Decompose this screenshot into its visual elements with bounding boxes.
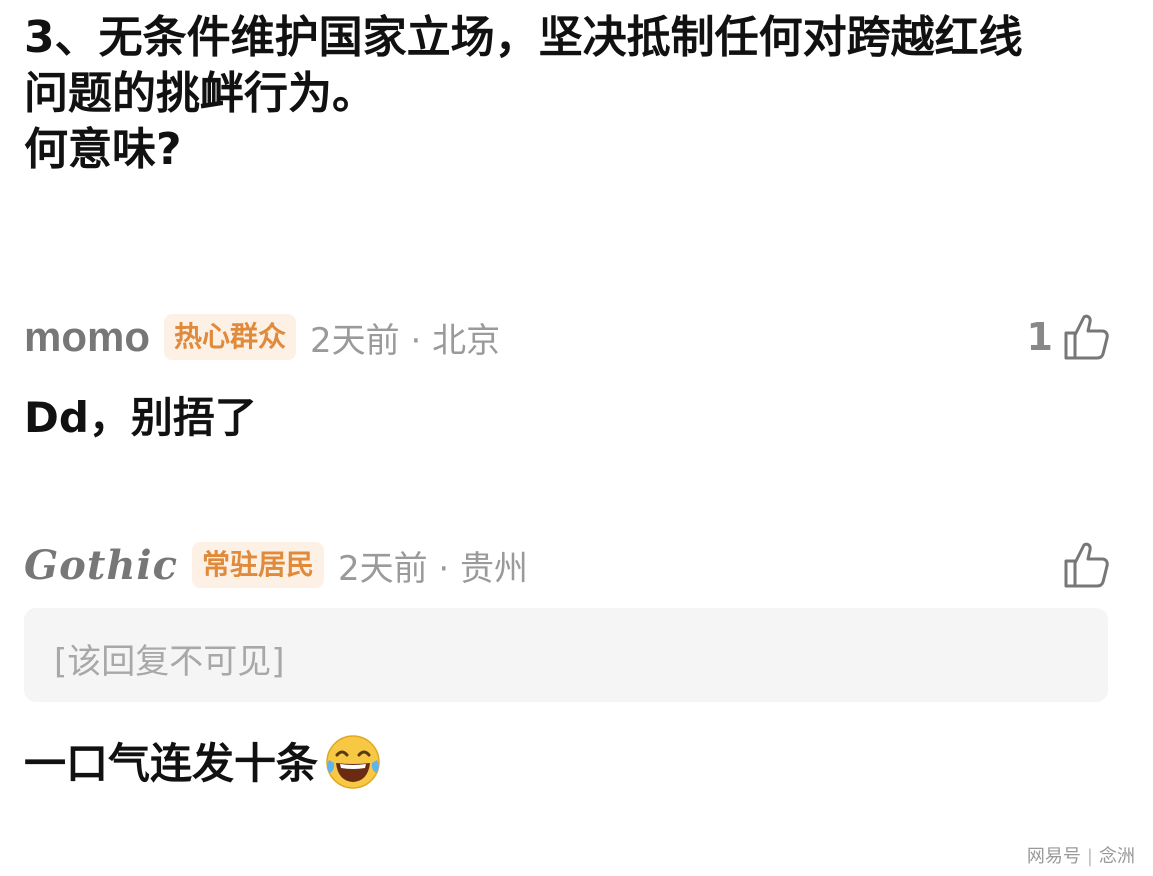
thumbs-up-icon[interactable] xyxy=(1063,313,1109,361)
thumbs-up-icon[interactable] xyxy=(1063,541,1109,589)
comment-username[interactable]: momo xyxy=(24,313,150,361)
post-line-2: 问题的挑衅行为。 xyxy=(24,68,376,119)
comment-header-1: momo 热心群众 2天前 · 北京 xyxy=(24,307,500,367)
user-badge: 常驻居民 xyxy=(191,542,324,588)
comment-username[interactable]: Gothic xyxy=(24,542,178,589)
comment-header-2: Gothic 常驻居民 2天前 · 贵州 xyxy=(24,535,528,595)
watermark-separator: | xyxy=(1086,846,1093,867)
comment-body-text: 一口气连发十条 xyxy=(24,739,319,788)
watermark-author: 念洲 xyxy=(1099,846,1135,867)
watermark-brand: 网易号 xyxy=(1026,846,1081,867)
post-line-1: 3、无条件维护国家立场，坚决抵制任何对跨越红线 xyxy=(24,12,1023,63)
hidden-reply-text: [该回复不可见] xyxy=(54,642,285,682)
user-badge: 热心群众 xyxy=(164,314,297,360)
comment-meta: 2天前 · 贵州 xyxy=(337,548,529,589)
post-line-3: 何意味? xyxy=(24,124,182,175)
watermark: 网易号 | 念洲 xyxy=(1027,842,1135,868)
like-button[interactable]: 1 xyxy=(1027,307,1109,367)
like-button[interactable] xyxy=(1053,535,1109,595)
comment-body-2: 一口气连发十条 xyxy=(24,730,382,801)
post-text: 3、无条件维护国家立场，坚决抵制任何对跨越红线 问题的挑衅行为。 何意味? xyxy=(24,10,1124,178)
comment-meta: 2天前 · 北京 xyxy=(310,320,501,361)
hidden-reply-box[interactable]: [该回复不可见] xyxy=(24,608,1108,702)
laughing-tears-emoji-icon xyxy=(324,733,382,801)
comment-body-1: Dd，别捂了 xyxy=(24,393,257,442)
like-count: 1 xyxy=(1026,315,1053,359)
